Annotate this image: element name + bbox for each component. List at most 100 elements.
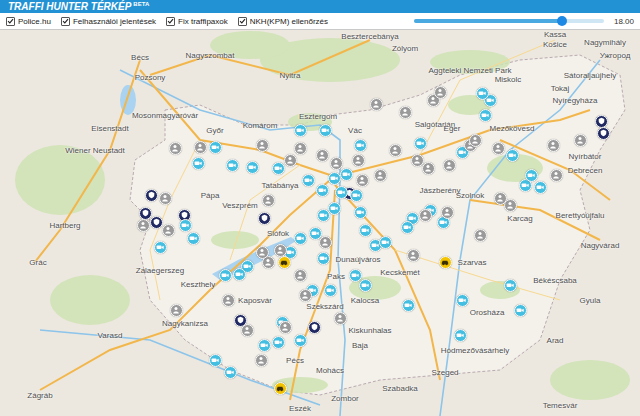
map-marker[interactable] [256, 139, 269, 152]
map-marker[interactable] [443, 159, 456, 172]
filter-checkbox[interactable]: Felhasználói jelentések [61, 17, 156, 26]
map-marker[interactable] [317, 209, 330, 222]
map-marker[interactable] [294, 269, 307, 282]
map-marker[interactable] [258, 339, 271, 352]
map-marker[interactable] [494, 192, 507, 205]
map-marker[interactable] [359, 224, 372, 237]
map-marker[interactable] [454, 329, 467, 342]
map-marker[interactable] [219, 269, 232, 282]
map-marker[interactable] [194, 141, 207, 154]
map-marker[interactable] [595, 115, 608, 128]
map-marker[interactable] [359, 279, 372, 292]
map-marker[interactable] [354, 206, 367, 219]
map-marker[interactable] [349, 269, 362, 282]
map-marker[interactable] [255, 354, 268, 367]
map-marker[interactable] [504, 279, 517, 292]
map-marker[interactable] [299, 289, 312, 302]
map-marker[interactable] [547, 139, 560, 152]
map-marker[interactable] [258, 212, 271, 225]
map-marker[interactable] [340, 168, 353, 181]
filter-checkbox[interactable]: NKH(KPM) ellenőrzés [238, 17, 328, 26]
map-marker[interactable] [399, 106, 412, 119]
map-marker[interactable] [150, 216, 163, 229]
map-marker[interactable] [534, 181, 547, 194]
map-marker[interactable] [145, 189, 158, 202]
map-marker[interactable] [352, 154, 365, 167]
map-marker[interactable] [294, 142, 307, 155]
map-marker[interactable] [476, 87, 489, 100]
map-marker[interactable] [284, 154, 297, 167]
map-marker[interactable] [159, 192, 172, 205]
map-marker[interactable] [319, 124, 332, 137]
map-marker[interactable] [154, 241, 167, 254]
map-marker[interactable] [402, 299, 415, 312]
map-marker[interactable] [354, 139, 367, 152]
map-marker[interactable] [550, 169, 563, 182]
map-marker[interactable] [274, 244, 287, 257]
time-slider[interactable] [414, 15, 604, 27]
map-marker[interactable] [506, 149, 519, 162]
map-marker[interactable] [414, 137, 427, 150]
checkbox[interactable] [238, 17, 247, 26]
map-marker[interactable] [179, 219, 192, 232]
map-marker[interactable] [324, 284, 337, 297]
map-marker[interactable] [279, 321, 292, 334]
map-marker[interactable] [308, 321, 321, 334]
map-marker[interactable] [274, 382, 287, 395]
map-marker[interactable] [374, 169, 387, 182]
map-marker[interactable] [302, 174, 315, 187]
map-marker[interactable] [407, 249, 420, 262]
checkbox[interactable] [61, 17, 70, 26]
filter-checkbox[interactable]: Fix traffipaxok [166, 17, 228, 26]
map-marker[interactable] [514, 304, 527, 317]
map-marker[interactable] [256, 246, 269, 259]
map-marker[interactable] [262, 194, 275, 207]
map-marker[interactable] [469, 134, 482, 147]
map-marker[interactable] [356, 174, 369, 187]
map-marker[interactable] [492, 142, 505, 155]
map-marker[interactable] [319, 236, 332, 249]
map-marker[interactable] [335, 186, 348, 199]
map-marker[interactable] [456, 294, 469, 307]
slider-thumb[interactable] [557, 16, 567, 26]
map-marker[interactable] [294, 124, 307, 137]
map-marker[interactable] [162, 224, 175, 237]
map-marker[interactable] [479, 109, 492, 122]
map-marker[interactable] [209, 354, 222, 367]
map-marker[interactable] [525, 169, 538, 182]
map-marker[interactable] [474, 229, 487, 242]
map-marker[interactable] [187, 232, 200, 245]
map-marker[interactable] [328, 172, 341, 185]
map-marker[interactable] [241, 324, 254, 337]
map-marker[interactable] [294, 232, 307, 245]
map-marker[interactable] [389, 144, 402, 157]
map-marker[interactable] [317, 252, 330, 265]
checkbox[interactable] [6, 17, 15, 26]
map-marker[interactable] [294, 334, 307, 347]
map-marker[interactable] [350, 189, 363, 202]
map-marker[interactable] [419, 209, 432, 222]
map-marker[interactable] [233, 268, 246, 281]
map-marker[interactable] [434, 86, 447, 99]
map-marker[interactable] [330, 157, 343, 170]
map-marker[interactable] [246, 161, 259, 174]
map-marker[interactable] [192, 157, 205, 170]
map-marker[interactable] [439, 256, 452, 269]
map-marker[interactable] [401, 221, 414, 234]
map-marker[interactable] [169, 142, 182, 155]
map-marker[interactable] [139, 207, 152, 220]
map-marker[interactable] [334, 312, 347, 325]
map-marker[interactable] [574, 134, 587, 147]
map-marker[interactable] [316, 184, 329, 197]
map-marker[interactable] [370, 98, 383, 111]
map-marker[interactable] [411, 154, 424, 167]
map-marker[interactable] [137, 219, 150, 232]
map-marker[interactable] [170, 304, 183, 317]
map[interactable]: BesztercebányaKassaKošiceNagymihályУжгор… [0, 30, 640, 416]
map-marker[interactable] [316, 149, 329, 162]
checkbox[interactable] [166, 17, 175, 26]
map-marker[interactable] [272, 162, 285, 175]
map-marker[interactable] [222, 294, 235, 307]
map-marker[interactable] [226, 159, 239, 172]
filter-checkbox[interactable]: Police.hu [6, 17, 51, 26]
